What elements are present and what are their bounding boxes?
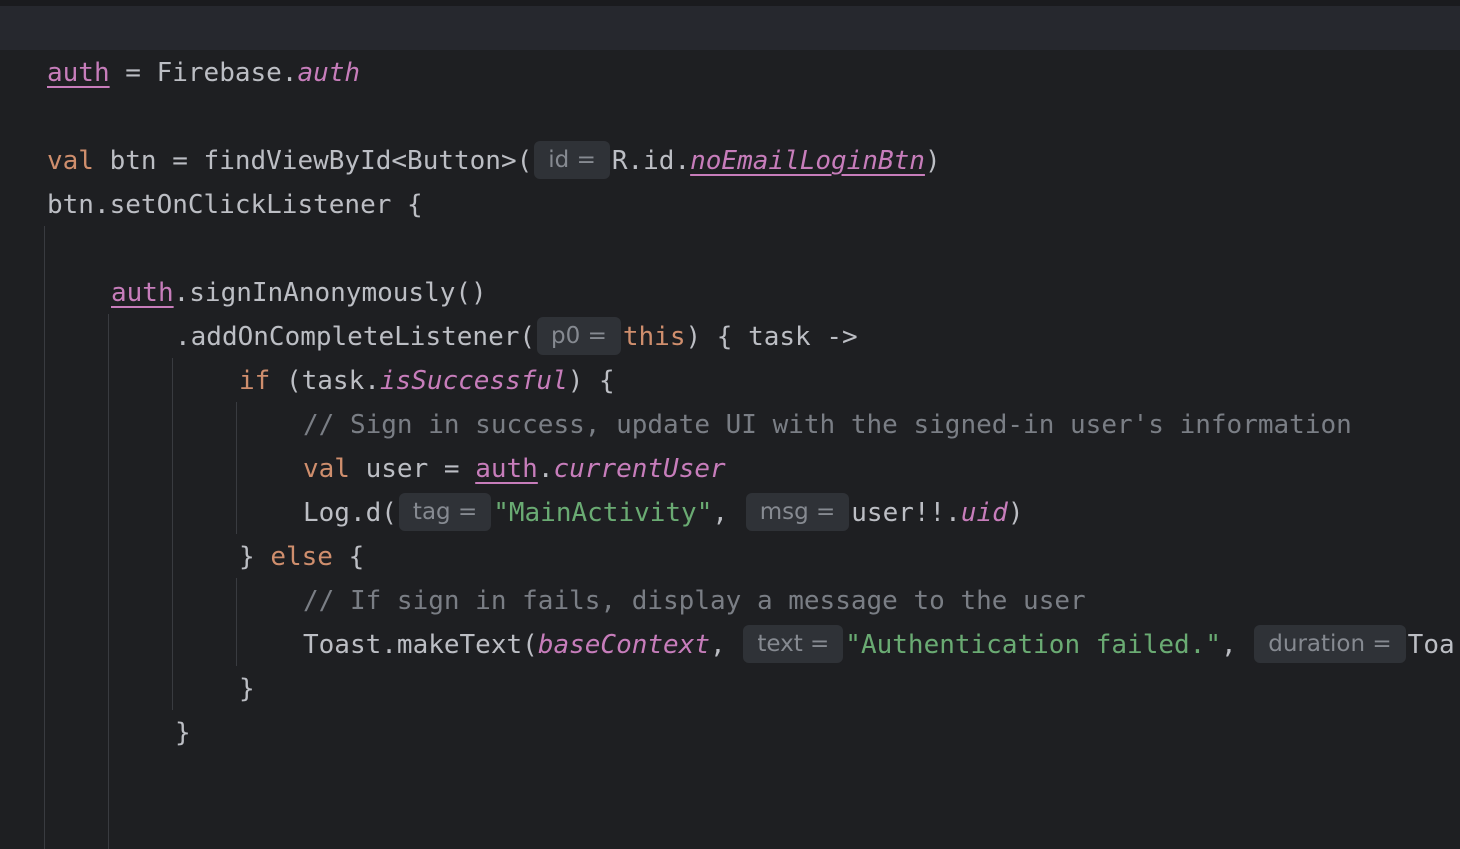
auth-variable: auth [475, 454, 538, 484]
closing-brace: } [175, 718, 191, 748]
indent-guide [108, 314, 109, 849]
base-context-property: baseContext [537, 630, 710, 660]
code-text: .addOnCompleteListener( [175, 322, 536, 352]
param-hint-p0: p0 = [537, 317, 621, 355]
auth-variable: auth [47, 58, 110, 88]
string-literal: "MainActivity" [493, 498, 713, 528]
param-hint-tag: tag = [398, 493, 492, 531]
code-text: R.id. [611, 146, 691, 176]
code-line-6[interactable]: if (task.isSuccessful) { [239, 359, 615, 403]
button-id-property: noEmailLoginBtn [690, 146, 925, 176]
current-line-highlight [0, 6, 1460, 50]
code-text: user!!. [851, 498, 961, 528]
code-line-4[interactable]: auth.signInAnonymously() [111, 271, 487, 315]
param-hint-text: text = [743, 625, 844, 663]
code-text: , [712, 498, 744, 528]
code-text: btn.setOnClickListener { [47, 190, 423, 220]
code-text: Log.d( [303, 498, 397, 528]
code-line-12[interactable]: Toast.makeText(baseContext, text = "Authe… [303, 623, 1455, 667]
code-text: .signInAnonymously() [173, 278, 487, 308]
code-text: btn = findViewById<Button>( [93, 146, 533, 176]
this-keyword: this [622, 322, 686, 352]
indent-guide [236, 402, 237, 534]
code-text: . [537, 454, 554, 484]
code-line-13[interactable]: } [239, 667, 255, 711]
code-editor[interactable]: auth = Firebase.auth val btn = findViewB… [0, 0, 1460, 849]
code-text: = Firebase. [109, 58, 298, 88]
code-text: , [710, 630, 742, 660]
indent-guide [172, 358, 173, 710]
code-text: ) { task -> [685, 322, 858, 352]
is-successful-property: isSuccessful [379, 366, 568, 396]
indent-guide [44, 226, 45, 849]
code-text: Toa [1407, 630, 1455, 660]
param-hint-msg: msg = [745, 493, 850, 531]
code-text: ) [1007, 498, 1024, 528]
if-keyword: if [239, 366, 271, 396]
code-comment: // If sign in fails, display a message t… [303, 586, 1086, 616]
code-line-14[interactable]: } [175, 711, 191, 755]
code-line-1[interactable]: auth = Firebase.auth [47, 51, 360, 95]
auth-property: auth [297, 58, 361, 88]
code-line-2[interactable]: val btn = findViewById<Button>(id = R.id.… [47, 139, 941, 183]
code-line-3[interactable]: btn.setOnClickListener { [47, 183, 423, 227]
code-text: Toast.makeText( [303, 630, 538, 660]
code-line-5[interactable]: .addOnCompleteListener(p0 = this) { task … [175, 315, 858, 359]
indent-guide [236, 578, 237, 666]
closing-brace: } [239, 674, 255, 704]
code-text: ) { [567, 366, 615, 396]
code-line-10[interactable]: } else { [239, 535, 364, 579]
code-text: { [332, 542, 365, 572]
code-text: , [1220, 630, 1253, 660]
val-keyword: val [303, 454, 350, 484]
code-line-9[interactable]: Log.d(tag = "MainActivity", msg = user!!.u… [303, 491, 1023, 535]
code-text: (task. [270, 366, 380, 396]
code-comment: // Sign in success, update UI with the s… [303, 410, 1352, 440]
code-line-11[interactable]: // If sign in fails, display a message t… [303, 579, 1086, 623]
param-hint-id: id = [534, 141, 610, 179]
else-keyword: else [270, 542, 333, 572]
code-line-8[interactable]: val user = auth.currentUser [303, 447, 726, 491]
code-line-7[interactable]: // Sign in success, update UI with the s… [303, 403, 1352, 447]
code-text: user = [349, 454, 476, 484]
uid-property: uid [960, 498, 1008, 528]
param-hint-duration: duration = [1254, 625, 1406, 663]
val-keyword: val [47, 146, 94, 176]
current-user-property: currentUser [553, 454, 726, 484]
string-literal: "Authentication failed." [845, 630, 1221, 660]
code-text: } [239, 542, 271, 572]
code-text: ) [924, 146, 941, 176]
auth-variable: auth [111, 278, 174, 308]
